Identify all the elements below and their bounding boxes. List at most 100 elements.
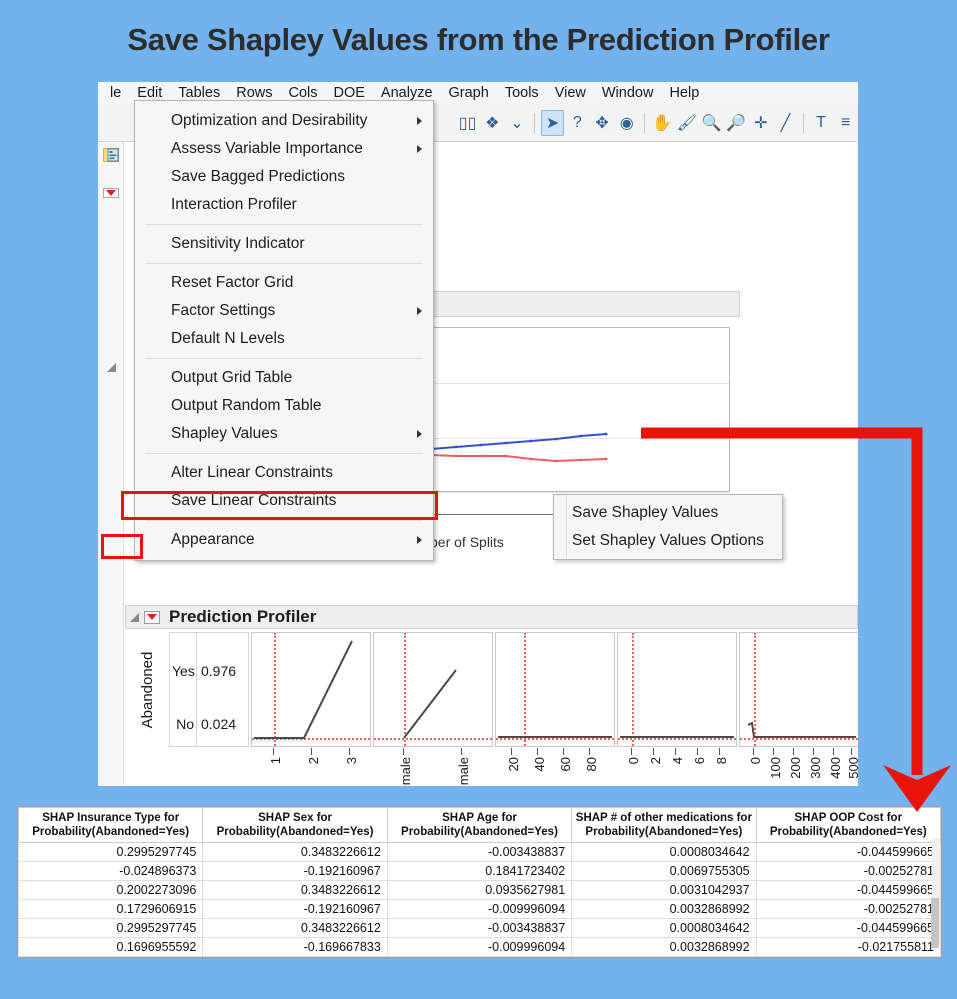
red-triangle-menu-icon[interactable] xyxy=(99,182,123,204)
table-cell[interactable]: 0.0031042937 xyxy=(571,880,757,900)
menu-separator xyxy=(145,520,423,521)
menu-item-output-grid-table[interactable]: Output Grid Table xyxy=(135,364,433,392)
table-column-header[interactable]: SHAP Age for Probability(Abandoned=Yes) xyxy=(386,807,573,843)
menu-item-alter-linear-constraints[interactable]: Alter Linear Constraints xyxy=(135,459,433,487)
table-cell[interactable]: 0.1841723402 xyxy=(386,861,573,881)
profiler-context-menu[interactable]: Optimization and Desirability Assess Vari… xyxy=(134,100,434,561)
table-cell[interactable]: 0.3483226612 xyxy=(202,880,388,900)
brush-icon[interactable]: 🖌 xyxy=(676,110,699,136)
table-cell[interactable]: 0.0032868992 xyxy=(571,937,757,957)
profiler-panel-sex[interactable] xyxy=(373,632,493,747)
red-triangle-menu-icon[interactable] xyxy=(144,610,160,624)
table-cell[interactable]: -0.044599665 xyxy=(755,880,942,900)
table-cell[interactable]: 0.0069755305 xyxy=(571,861,757,881)
disclosure-triangle-icon[interactable] xyxy=(99,356,123,378)
help-question-icon[interactable]: ? xyxy=(566,110,589,136)
table-cell[interactable]: 0.2002273096 xyxy=(17,880,204,900)
line-tool-icon[interactable]: ╱ xyxy=(774,110,797,136)
hand-grabber-icon[interactable]: ✋ xyxy=(651,110,674,136)
table-row[interactable]: 0.2002273096 0.3483226612 0.0935627981 0.00… xyxy=(17,880,942,900)
zoom-in-icon[interactable]: 🔎 xyxy=(725,110,748,136)
overflow-icon[interactable]: ⌄ xyxy=(506,110,529,136)
table-row[interactable]: 0.1696955592 -0.169667833 -0.009996094 0.00… xyxy=(17,937,942,957)
menu-item-reset-factor-grid[interactable]: Reset Factor Grid xyxy=(135,269,433,297)
table-cell[interactable]: -0.192160967 xyxy=(202,899,388,919)
table-cell[interactable]: 0.1696955592 xyxy=(17,937,204,957)
table-row[interactable]: 0.1729606915 -0.192160967 -0.009996094 0.00… xyxy=(17,899,942,919)
menu-item-appearance[interactable]: Appearance xyxy=(135,526,433,554)
table-scrollbar-thumb[interactable] xyxy=(931,898,939,948)
menu-analyze[interactable]: Analyze xyxy=(373,85,441,101)
menu-le[interactable]: le xyxy=(102,85,129,101)
menu-item-output-random-table[interactable]: Output Random Table xyxy=(135,392,433,420)
lines-menu-icon[interactable]: ≡ xyxy=(834,110,857,136)
plus-crosshair-icon[interactable]: ✛ xyxy=(750,110,773,136)
tick-label: male xyxy=(456,757,471,786)
table-cell[interactable]: 0.2995297745 xyxy=(17,842,204,862)
menu-graph[interactable]: Graph xyxy=(441,85,497,101)
menu-item-optimization-and-desirability[interactable]: Optimization and Desirability xyxy=(135,107,433,135)
table-column-header[interactable]: SHAP Sex for Probability(Abandoned=Yes) xyxy=(202,807,388,843)
table-cell[interactable]: -0.00252781 xyxy=(755,861,942,881)
menu-tools[interactable]: Tools xyxy=(497,85,547,101)
menu-item-label: Interaction Profiler xyxy=(171,196,297,213)
magnifier-icon[interactable]: 🔍 xyxy=(700,110,723,136)
arrow-select-icon[interactable]: ➤ xyxy=(541,109,565,136)
table-row[interactable]: 0.2995297745 0.3483226612 -0.003438837 0.00… xyxy=(17,842,942,862)
profiler-panel-insurance-type[interactable] xyxy=(251,632,371,747)
columns-icon[interactable]: ▯▯ xyxy=(456,110,479,136)
move-crosshair-icon[interactable]: ✥ xyxy=(591,110,614,136)
table-cell[interactable]: 0.0935627981 xyxy=(386,880,573,900)
table-cell[interactable]: -0.024896373 xyxy=(17,861,204,881)
target-globe-icon[interactable]: ◉ xyxy=(615,110,638,136)
menu-item-assess-variable-importance[interactable]: Assess Variable Importance xyxy=(135,135,433,163)
menu-item-save-linear-constraints[interactable]: Save Linear Constraints xyxy=(135,487,433,515)
submenu-arrow-icon xyxy=(417,145,422,153)
menu-edit[interactable]: Edit xyxy=(129,85,170,101)
table-row[interactable]: 0.2995297745 0.3483226612 -0.003438837 0.00… xyxy=(17,918,942,938)
table-row[interactable]: -0.024896373 -0.192160967 0.1841723402 0.00… xyxy=(17,861,942,881)
menu-window[interactable]: Window xyxy=(594,85,662,101)
table-cell[interactable]: 0.0032868992 xyxy=(571,899,757,919)
table-cell[interactable]: 0.1729606915 xyxy=(17,899,204,919)
table-cell[interactable]: -0.009996094 xyxy=(386,899,573,919)
menu-help[interactable]: Help xyxy=(661,85,707,101)
disclosure-triangle-icon[interactable] xyxy=(130,612,139,622)
table-cell[interactable]: -0.169667833 xyxy=(202,937,388,957)
menu-rows[interactable]: Rows xyxy=(228,85,280,101)
add-image-icon[interactable]: ❖ xyxy=(481,110,504,136)
table-cell[interactable]: -0.192160967 xyxy=(202,861,388,881)
menu-view[interactable]: View xyxy=(547,85,594,101)
table-cell[interactable]: -0.00252781 xyxy=(755,899,942,919)
menu-item-interaction-profiler[interactable]: Interaction Profiler xyxy=(135,191,433,219)
table-cell[interactable]: 0.3483226612 xyxy=(202,842,388,862)
column-header-line1: SHAP Insurance Type for xyxy=(42,812,180,824)
tick-label: 80 xyxy=(584,757,599,772)
menu-item-factor-settings[interactable]: Factor Settings xyxy=(135,297,433,325)
shap-output-table[interactable]: SHAP Insurance Type for Probability(Aband… xyxy=(17,806,942,958)
table-cell[interactable]: -0.003438837 xyxy=(386,842,573,862)
table-cell[interactable]: -0.003438837 xyxy=(386,918,573,938)
menu-item-default-n-levels[interactable]: Default N Levels xyxy=(135,325,433,353)
table-cell[interactable]: 0.0008034642 xyxy=(571,842,757,862)
menu-item-label: Shapley Values xyxy=(171,425,278,442)
table-cell[interactable]: -0.044599665 xyxy=(755,918,942,938)
table-scrollbar-track[interactable] xyxy=(931,838,940,948)
menu-item-save-bagged-predictions[interactable]: Save Bagged Predictions xyxy=(135,163,433,191)
menu-tables[interactable]: Tables xyxy=(170,85,228,101)
report-thumbnail-icon[interactable] xyxy=(99,144,123,166)
text-tool-icon[interactable]: T xyxy=(810,110,833,136)
menu-cols[interactable]: Cols xyxy=(280,85,325,101)
profiler-panel-age[interactable] xyxy=(495,632,615,747)
table-cell[interactable]: 0.0008034642 xyxy=(571,918,757,938)
menu-item-shapley-values[interactable]: Shapley Values xyxy=(135,420,433,448)
table-column-header[interactable]: SHAP Insurance Type for Probability(Aband… xyxy=(17,807,204,843)
table-cell[interactable]: -0.021755811 xyxy=(755,937,942,957)
table-cell[interactable]: 0.3483226612 xyxy=(202,918,388,938)
table-cell[interactable]: -0.009996094 xyxy=(386,937,573,957)
prediction-profiler-title: Prediction Profiler xyxy=(169,607,317,626)
table-cell[interactable]: -0.044599665 xyxy=(755,842,942,862)
table-cell[interactable]: 0.2995297745 xyxy=(17,918,204,938)
menu-item-sensitivity-indicator[interactable]: Sensitivity Indicator xyxy=(135,230,433,258)
menu-doe[interactable]: DOE xyxy=(326,85,373,101)
